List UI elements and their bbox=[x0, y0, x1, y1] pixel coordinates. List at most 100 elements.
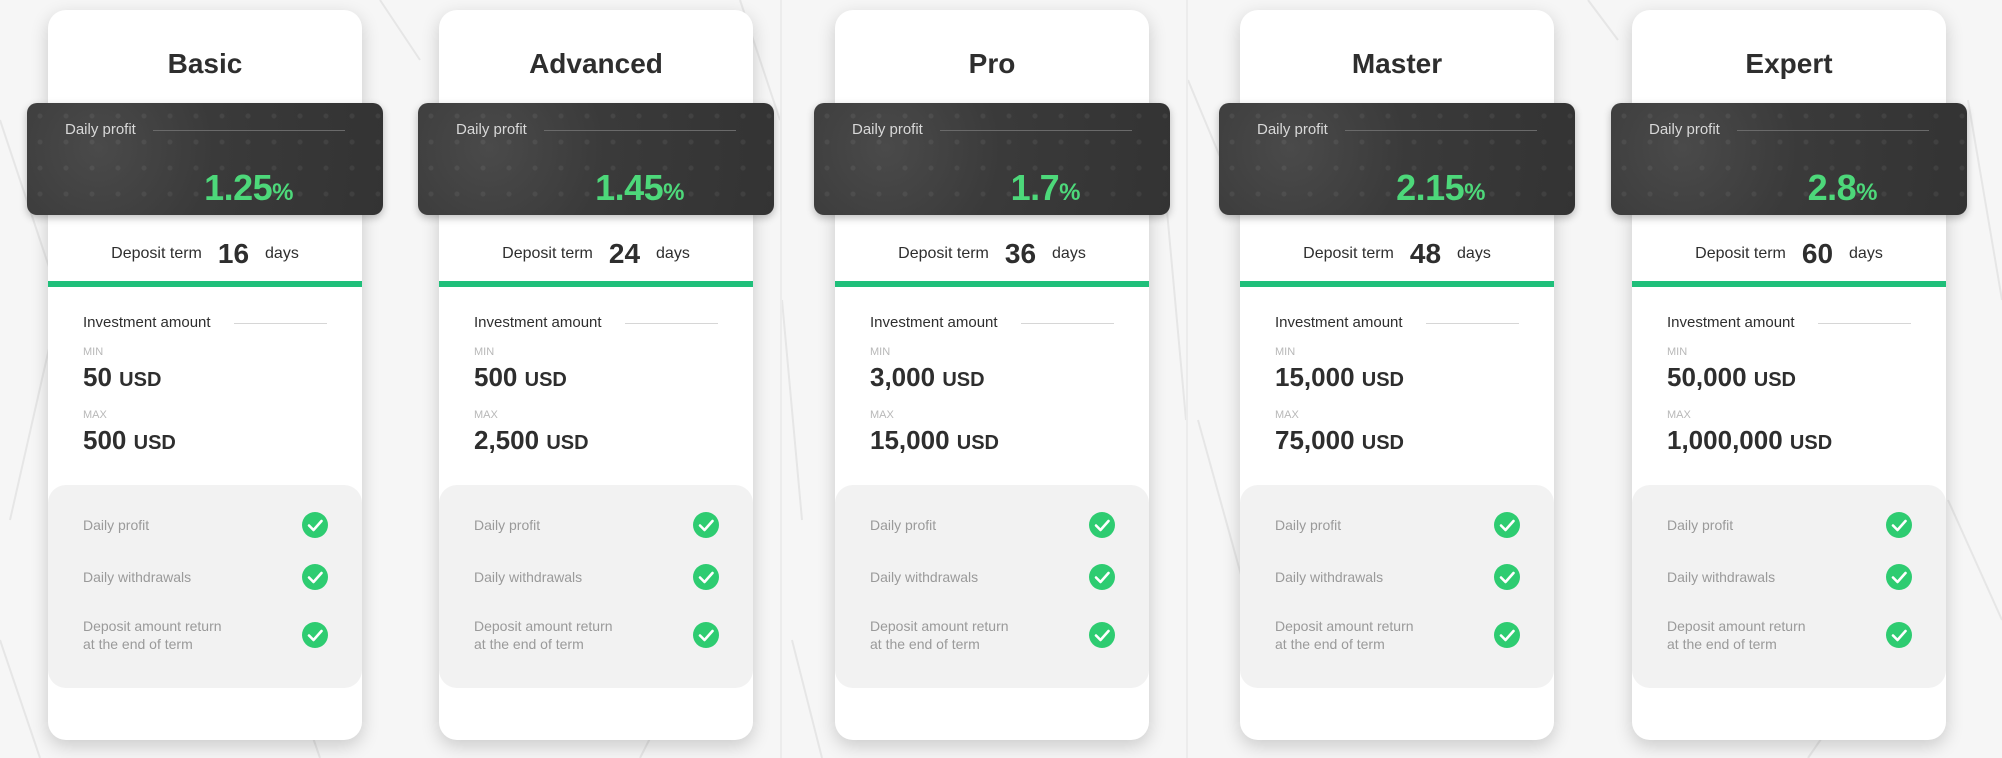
feature-deposit-return-line2: at the end of term bbox=[1667, 636, 1777, 652]
divider bbox=[1818, 323, 1911, 324]
max-amount: 75,000 USD bbox=[1275, 425, 1404, 456]
feature-deposit-return: Deposit amount return at the end of term bbox=[1275, 617, 1414, 653]
daily-profit-number: 1.25 bbox=[204, 167, 273, 208]
feature-deposit-return-line1: Deposit amount return bbox=[1275, 618, 1414, 634]
plan-title: Pro bbox=[968, 48, 1016, 79]
feature-list: Daily profit Daily withdrawals Deposit a… bbox=[835, 485, 1149, 688]
daily-profit-value: 1.45% bbox=[595, 167, 684, 209]
feature-list: Daily profit Daily withdrawals Deposit a… bbox=[439, 485, 753, 688]
panel-texture bbox=[1611, 103, 1967, 215]
feature-daily-withdrawals: Daily withdrawals bbox=[83, 569, 192, 585]
daily-profit-label: Daily profit bbox=[852, 121, 923, 138]
daily-profit-value: 1.25% bbox=[204, 167, 293, 209]
check-circle-icon bbox=[693, 512, 719, 538]
check-circle-icon bbox=[1886, 512, 1912, 538]
max-amount: 15,000 USD bbox=[870, 425, 999, 456]
check-circle-icon bbox=[302, 564, 328, 590]
min-label: MIN bbox=[1275, 346, 1296, 358]
check-circle-icon bbox=[302, 622, 328, 648]
deposit-term: Deposit term 48 days bbox=[1240, 234, 1554, 274]
daily-profit-value: 2.8% bbox=[1807, 167, 1878, 209]
daily-profit-panel: Daily profit 1.45% bbox=[418, 103, 774, 215]
percent-sign: % bbox=[1856, 179, 1877, 206]
deposit-term-value: 16 bbox=[217, 238, 250, 269]
feature-deposit-return-line2: at the end of term bbox=[83, 636, 193, 652]
max-amount: 1,000,000 USD bbox=[1667, 425, 1832, 456]
deposit-term-unit: days bbox=[1457, 245, 1491, 262]
currency-label: USD bbox=[1789, 432, 1833, 454]
deposit-term-unit: days bbox=[265, 245, 299, 262]
feature-deposit-return-line2: at the end of term bbox=[1275, 636, 1385, 652]
investment-amount-label: Investment amount bbox=[1667, 314, 1795, 331]
investment-amount-label: Investment amount bbox=[1275, 314, 1403, 331]
currency-label: USD bbox=[524, 369, 567, 391]
daily-profit-panel: Daily profit 2.15% bbox=[1219, 103, 1575, 215]
divider bbox=[625, 323, 718, 324]
deposit-term-unit: days bbox=[1052, 245, 1086, 262]
deposit-term: Deposit term 24 days bbox=[439, 234, 753, 274]
daily-profit-number: 2.15 bbox=[1396, 167, 1465, 208]
deposit-term-value: 24 bbox=[608, 238, 641, 269]
daily-profit-value: 1.7% bbox=[1011, 167, 1081, 209]
feature-deposit-return-line1: Deposit amount return bbox=[474, 618, 613, 634]
feature-daily-profit: Daily profit bbox=[1275, 517, 1342, 533]
daily-profit-number: 1.45 bbox=[595, 167, 664, 208]
min-label: MIN bbox=[1667, 346, 1688, 358]
deposit-term-label: Deposit term bbox=[111, 245, 202, 262]
daily-profit-panel: Daily profit 2.8% bbox=[1611, 103, 1967, 215]
percent-sign: % bbox=[1059, 179, 1080, 206]
feature-deposit-return: Deposit amount return at the end of term bbox=[474, 617, 613, 653]
min-amount: 500 USD bbox=[474, 362, 567, 393]
divider bbox=[1345, 130, 1537, 131]
feature-daily-profit: Daily profit bbox=[474, 517, 541, 533]
max-amount-value: 15,000 bbox=[870, 425, 950, 455]
feature-daily-withdrawals: Daily withdrawals bbox=[1667, 569, 1776, 585]
deposit-term: Deposit term 36 days bbox=[835, 234, 1149, 274]
check-circle-icon bbox=[1089, 564, 1115, 590]
deposit-term-value: 48 bbox=[1409, 238, 1442, 269]
daily-profit-value: 2.15% bbox=[1396, 167, 1485, 209]
max-amount: 500 USD bbox=[83, 425, 176, 456]
feature-daily-profit: Daily profit bbox=[870, 517, 937, 533]
min-label: MIN bbox=[870, 346, 891, 358]
divider bbox=[234, 323, 327, 324]
currency-label: USD bbox=[1753, 369, 1796, 391]
deposit-term: Deposit term 16 days bbox=[48, 234, 362, 274]
percent-sign: % bbox=[1464, 179, 1485, 206]
accent-bar bbox=[439, 281, 753, 287]
min-amount-value: 50 bbox=[83, 362, 112, 392]
feature-deposit-return-line1: Deposit amount return bbox=[1667, 618, 1806, 634]
daily-profit-panel: Daily profit 1.7% bbox=[814, 103, 1170, 215]
feature-deposit-return: Deposit amount return at the end of term bbox=[1667, 617, 1806, 653]
deposit-term-value: 36 bbox=[1004, 238, 1037, 269]
max-amount-value: 75,000 bbox=[1275, 425, 1355, 455]
daily-profit-number: 2.8 bbox=[1807, 167, 1857, 208]
daily-profit-label: Daily profit bbox=[1257, 121, 1328, 138]
deposit-term-label: Deposit term bbox=[1303, 245, 1394, 262]
min-amount: 50 USD bbox=[83, 362, 161, 393]
min-label: MIN bbox=[83, 346, 104, 358]
accent-bar bbox=[48, 281, 362, 287]
max-amount-value: 1,000,000 bbox=[1667, 425, 1783, 455]
divider bbox=[153, 130, 345, 131]
pricing-plans: Basic Daily profit 1.25% Deposit term 16… bbox=[0, 0, 2002, 758]
daily-profit-panel: Daily profit 1.25% bbox=[27, 103, 383, 215]
investment-amount-label: Investment amount bbox=[83, 314, 211, 331]
currency-label: USD bbox=[546, 432, 589, 454]
max-label: MAX bbox=[870, 409, 894, 421]
plan-title: Expert bbox=[1745, 48, 1833, 79]
check-circle-icon bbox=[1494, 622, 1520, 648]
min-amount-value: 3,000 bbox=[870, 362, 936, 392]
feature-list: Daily profit Daily withdrawals Deposit a… bbox=[1240, 485, 1554, 688]
currency-label: USD bbox=[1361, 369, 1404, 391]
plan-title: Basic bbox=[167, 48, 243, 79]
currency-label: USD bbox=[1361, 432, 1404, 454]
deposit-term-unit: days bbox=[1849, 245, 1883, 262]
check-circle-icon bbox=[302, 512, 328, 538]
daily-profit-label: Daily profit bbox=[456, 121, 527, 138]
min-amount: 15,000 USD bbox=[1275, 362, 1404, 393]
check-circle-icon bbox=[1494, 564, 1520, 590]
max-amount-value: 2,500 bbox=[474, 425, 540, 455]
feature-deposit-return-line2: at the end of term bbox=[474, 636, 584, 652]
plan-title: Advanced bbox=[529, 48, 663, 79]
